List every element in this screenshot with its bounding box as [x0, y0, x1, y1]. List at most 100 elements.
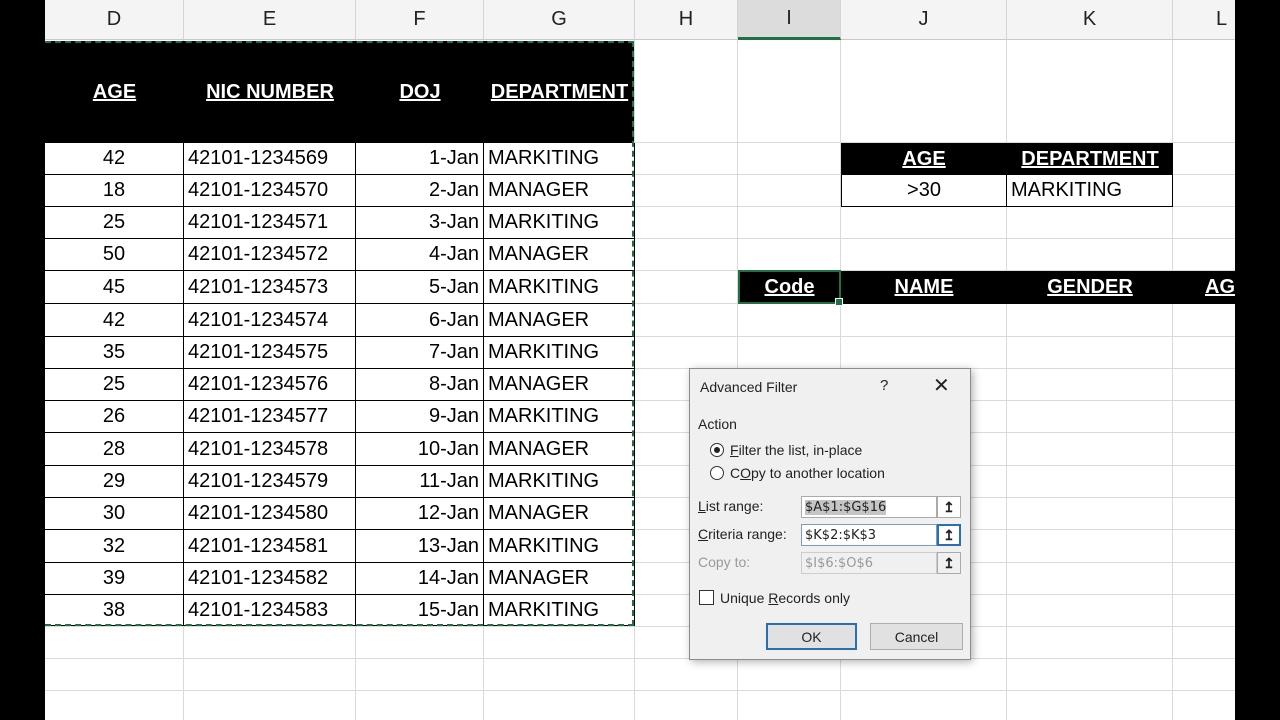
collapse-dialog-button[interactable]: ↥: [937, 496, 961, 518]
cell-nic-number[interactable]: 42101-1234576: [184, 369, 356, 401]
filter-in-place-label[interactable]: Filter the list, in-place: [730, 442, 862, 458]
filter-in-place-radio[interactable]: [710, 443, 724, 457]
cell-department[interactable]: MARKITING: [484, 595, 635, 626]
collapse-dialog-button[interactable]: ↥: [937, 552, 961, 574]
close-icon[interactable]: ✕: [933, 373, 950, 398]
cell-doj[interactable]: 7-Jan: [356, 337, 484, 369]
cell-nic-number[interactable]: 42101-1234571: [184, 207, 356, 239]
criteria-header-age[interactable]: AGE: [841, 143, 1007, 175]
cell-nic-number[interactable]: 42101-1234577: [184, 401, 356, 433]
output-header-name[interactable]: NAME: [841, 271, 1007, 304]
cell-age[interactable]: 39: [45, 563, 184, 595]
cell-doj[interactable]: 3-Jan: [356, 207, 484, 239]
column-header-i[interactable]: I: [738, 0, 841, 40]
cell-department[interactable]: MARKITING: [484, 207, 635, 239]
cell-department[interactable]: MANAGER: [484, 369, 635, 401]
cell-age[interactable]: 30: [45, 498, 184, 530]
output-header-gender[interactable]: GENDER: [1007, 271, 1173, 304]
cell-department[interactable]: MANAGER: [484, 239, 635, 271]
cell-doj[interactable]: 9-Jan: [356, 401, 484, 433]
cell-doj[interactable]: 12-Jan: [356, 498, 484, 530]
cell-age[interactable]: 45: [45, 271, 184, 304]
cell-nic-number[interactable]: 42101-1234579: [184, 466, 356, 498]
spreadsheet-grid[interactable]: D E F G H I J K L AGE NIC NUMBER DOJ DEP…: [45, 0, 1235, 720]
cell-doj[interactable]: 2-Jan: [356, 175, 484, 207]
gridline: [45, 626, 1235, 627]
unique-records-checkbox[interactable]: [699, 590, 714, 605]
cell-age[interactable]: 18: [45, 175, 184, 207]
cell-department[interactable]: MANAGER: [484, 175, 635, 207]
cell-department[interactable]: MARKITING: [484, 143, 635, 175]
cell-nic-number[interactable]: 42101-1234582: [184, 563, 356, 595]
cell-doj[interactable]: 14-Jan: [356, 563, 484, 595]
header-nic-number[interactable]: NIC NUMBER: [184, 41, 356, 143]
column-header-d[interactable]: D: [45, 0, 184, 40]
cell-department[interactable]: MARKITING: [484, 530, 635, 563]
cell-nic-number[interactable]: 42101-1234581: [184, 530, 356, 563]
cell-age[interactable]: 32: [45, 530, 184, 563]
unique-records-label[interactable]: Unique Records only: [720, 590, 850, 606]
copy-to-location-label[interactable]: COpy to another location: [730, 465, 885, 481]
cell-age[interactable]: 42: [45, 143, 184, 175]
cell-age[interactable]: 42: [45, 304, 184, 337]
cell-age[interactable]: 25: [45, 369, 184, 401]
cell-age[interactable]: 35: [45, 337, 184, 369]
cell-department[interactable]: MARKITING: [484, 466, 635, 498]
column-header-k[interactable]: K: [1007, 0, 1173, 40]
list-range-input[interactable]: $A$1:$G$16: [801, 496, 937, 518]
criteria-range-input[interactable]: $K$2:$K$3: [801, 524, 937, 546]
cell-department[interactable]: MANAGER: [484, 433, 635, 466]
cell-age[interactable]: 50: [45, 239, 184, 271]
cell-doj[interactable]: 6-Jan: [356, 304, 484, 337]
cell-department[interactable]: MANAGER: [484, 304, 635, 337]
cell-nic-number[interactable]: 42101-1234569: [184, 143, 356, 175]
column-header-j[interactable]: J: [841, 0, 1007, 40]
help-icon[interactable]: ?: [880, 377, 888, 394]
cell-age[interactable]: 38: [45, 595, 184, 626]
cell-nic-number[interactable]: 42101-1234575: [184, 337, 356, 369]
ok-button[interactable]: OK: [766, 623, 857, 650]
cell-doj[interactable]: 10-Jan: [356, 433, 484, 466]
column-header-e[interactable]: E: [184, 0, 356, 40]
cell-nic-number[interactable]: 42101-1234583: [184, 595, 356, 626]
cell-doj[interactable]: 4-Jan: [356, 239, 484, 271]
cell-department[interactable]: MARKITING: [484, 337, 635, 369]
cell-age[interactable]: 25: [45, 207, 184, 239]
cell-doj[interactable]: 8-Jan: [356, 369, 484, 401]
option-text: ilter the list, in-place: [738, 442, 863, 458]
criteria-header-department[interactable]: DEPARTMENT: [1007, 143, 1173, 175]
cell-age[interactable]: 29: [45, 466, 184, 498]
cell-department[interactable]: MARKITING: [484, 401, 635, 433]
cell-nic-number[interactable]: 42101-1234573: [184, 271, 356, 304]
header-age[interactable]: AGE: [45, 41, 184, 143]
cancel-button[interactable]: Cancel: [870, 623, 963, 650]
field-value: $I$6:$O$6: [805, 555, 874, 571]
cell-department[interactable]: MANAGER: [484, 498, 635, 530]
cell-doj[interactable]: 15-Jan: [356, 595, 484, 626]
cell-department[interactable]: MARKITING: [484, 271, 635, 304]
criteria-value-department[interactable]: MARKITING: [1006, 175, 1173, 207]
copy-to-input[interactable]: $I$6:$O$6: [801, 552, 937, 574]
cell-nic-number[interactable]: 42101-1234572: [184, 239, 356, 271]
cell-nic-number[interactable]: 42101-1234570: [184, 175, 356, 207]
cell-doj[interactable]: 13-Jan: [356, 530, 484, 563]
cell-nic-number[interactable]: 42101-1234580: [184, 498, 356, 530]
output-header-age[interactable]: AG: [1173, 271, 1235, 304]
column-header-h[interactable]: H: [635, 0, 738, 40]
column-header-g[interactable]: G: [484, 0, 635, 40]
header-department[interactable]: DEPARTMENT: [484, 41, 635, 143]
cell-age[interactable]: 28: [45, 433, 184, 466]
cell-department[interactable]: MANAGER: [484, 563, 635, 595]
collapse-dialog-button[interactable]: ↥: [937, 524, 961, 546]
criteria-value-age[interactable]: >30: [841, 175, 1007, 207]
column-header-l[interactable]: L: [1173, 0, 1235, 40]
cell-doj[interactable]: 11-Jan: [356, 466, 484, 498]
column-header-f[interactable]: F: [356, 0, 484, 40]
cell-doj[interactable]: 1-Jan: [356, 143, 484, 175]
header-doj[interactable]: DOJ: [356, 41, 484, 143]
cell-nic-number[interactable]: 42101-1234574: [184, 304, 356, 337]
cell-doj[interactable]: 5-Jan: [356, 271, 484, 304]
cell-age[interactable]: 26: [45, 401, 184, 433]
copy-to-location-radio[interactable]: [710, 466, 724, 480]
cell-nic-number[interactable]: 42101-1234578: [184, 433, 356, 466]
